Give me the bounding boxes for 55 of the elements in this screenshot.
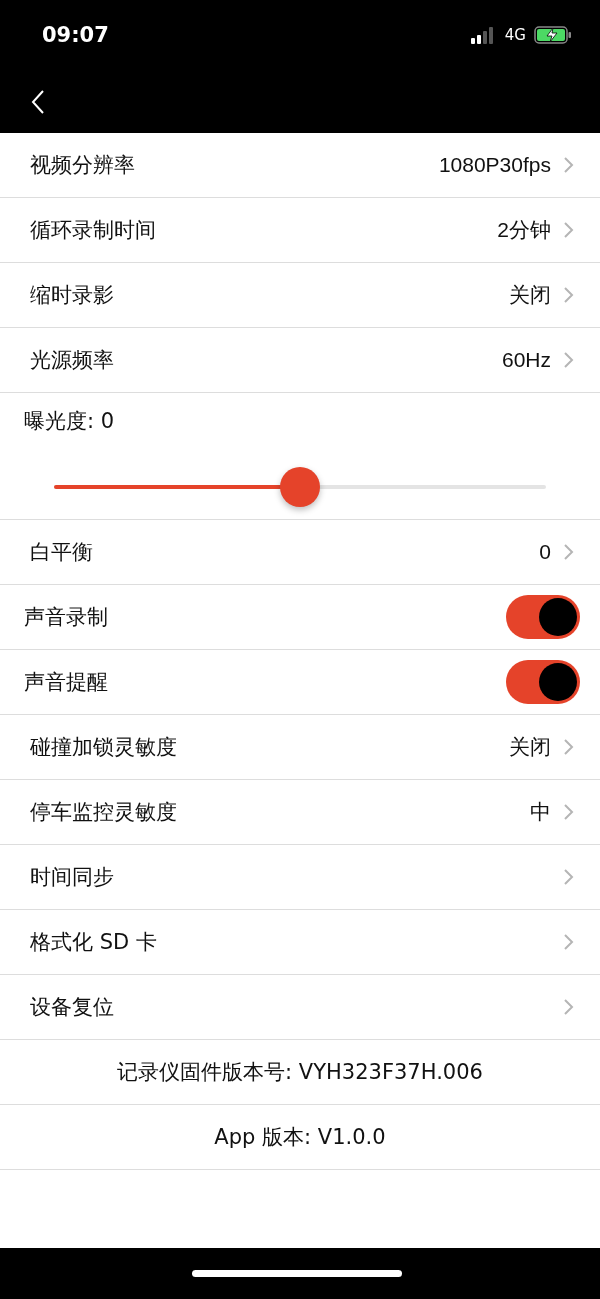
chevron-icon: [563, 998, 574, 1016]
row-label: 停车监控灵敏度: [30, 799, 177, 826]
row-label: 白平衡: [30, 539, 93, 566]
slider-thumb[interactable]: [280, 467, 320, 507]
row-label: 缩时录影: [30, 282, 114, 309]
row-value-button[interactable]: 2分钟: [497, 216, 574, 244]
row-value-button[interactable]: 1080P30fps: [438, 153, 574, 177]
chevron-icon: [563, 351, 574, 369]
row-label: 光源频率: [30, 347, 114, 374]
chevron-icon: [563, 156, 574, 174]
settings-row[interactable]: 视频分辨率 1080P30fps: [0, 133, 600, 198]
settings-row[interactable]: 循环录制时间 2分钟: [0, 198, 600, 263]
status-time: 09:07: [42, 23, 109, 47]
settings-row[interactable]: 碰撞加锁灵敏度 关闭: [0, 715, 600, 780]
row-value: 0: [539, 540, 551, 564]
network-label: 4G: [504, 26, 526, 44]
row-value: 2分钟: [497, 217, 551, 243]
row-value: 关闭: [509, 282, 551, 308]
settings-row[interactable]: 白平衡 0: [0, 520, 600, 585]
row-value-button[interactable]: 中: [530, 798, 574, 826]
toggle-switch[interactable]: [506, 595, 580, 639]
settings-row[interactable]: 停车监控灵敏度 中: [0, 780, 600, 845]
row-value: 关闭: [509, 734, 551, 760]
chevron-icon: [563, 221, 574, 239]
row-label: 声音提醒: [24, 669, 108, 696]
row-value-button[interactable]: 60Hz: [501, 348, 574, 372]
battery-charging-icon: [534, 26, 572, 44]
settings-row[interactable]: 设备复位: [0, 975, 600, 1040]
chevron-icon: [563, 286, 574, 304]
settings-row[interactable]: 缩时录影 关闭: [0, 263, 600, 328]
row-value-button[interactable]: 关闭: [509, 733, 574, 761]
row-value-button[interactable]: 关闭: [509, 281, 574, 309]
version-text: App 版本: V1.0.0: [214, 1124, 386, 1151]
settings-row[interactable]: 时间同步: [0, 845, 600, 910]
row-label: 格式化 SD 卡: [30, 929, 157, 956]
chevron-icon: [563, 933, 574, 951]
toggle-switch[interactable]: [506, 660, 580, 704]
row-label: 碰撞加锁灵敏度: [30, 734, 177, 761]
settings-row[interactable]: 格式化 SD 卡: [0, 910, 600, 975]
row-label: 循环录制时间: [30, 217, 156, 244]
version-text: 记录仪固件版本号: VYH323F37H.006: [117, 1059, 483, 1086]
chevron-icon: [563, 738, 574, 756]
row-label: 视频分辨率: [30, 152, 135, 179]
row-label: 设备复位: [30, 994, 114, 1021]
slider-label: 曝光度: 0: [24, 408, 116, 435]
row-value: 60Hz: [501, 348, 551, 372]
chevron-icon: [563, 543, 574, 561]
row-value: 1080P30fps: [438, 153, 551, 177]
chevron-icon: [563, 868, 574, 886]
row-label: 时间同步: [30, 864, 114, 891]
settings-row[interactable]: 光源频率 60Hz: [0, 328, 600, 393]
row-value: 中: [530, 799, 551, 825]
row-value-button[interactable]: 0: [539, 540, 574, 564]
row-label: 声音录制: [24, 604, 108, 631]
chevron-icon: [563, 803, 574, 821]
